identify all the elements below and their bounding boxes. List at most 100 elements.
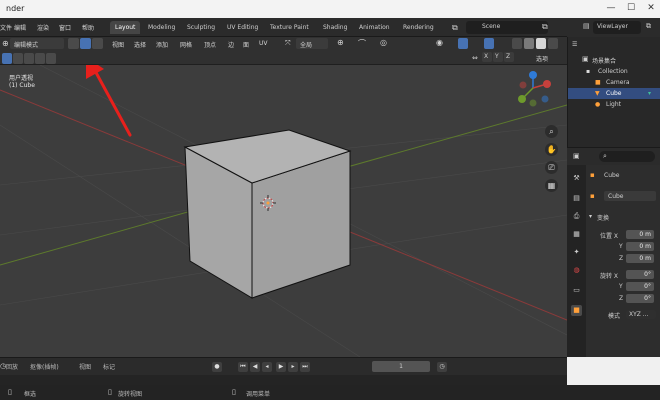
menu-add[interactable]: 添加 [156, 40, 168, 49]
mirror-x-toggle[interactable]: X [482, 52, 492, 62]
menu-face[interactable]: 面 [243, 40, 249, 49]
filter-icon[interactable]: ☰ [572, 41, 577, 48]
minimize-button[interactable]: — [604, 3, 618, 13]
timeline-ruler[interactable] [0, 375, 567, 385]
edge-select-button[interactable] [80, 38, 91, 49]
section-collapse-icon[interactable]: ▾ [589, 213, 592, 220]
menu-select[interactable]: 选择 [134, 40, 146, 49]
menu-render[interactable]: 渲染 [37, 23, 49, 32]
transform-orientation-icon: ⤧ [285, 39, 291, 47]
new-view-layer-icon[interactable]: ⧉ [646, 22, 651, 31]
rotation-z-field[interactable]: 0° [626, 294, 654, 303]
proportional-edit-icon[interactable]: ◎ [380, 38, 387, 47]
scene-selector[interactable]: Scene [466, 21, 548, 34]
object-name-field[interactable]: Cube [604, 191, 656, 201]
xray-toggle-button[interactable] [512, 38, 522, 49]
output-tab-icon[interactable]: ⎙ [571, 211, 582, 222]
location-z-field[interactable]: 0 m [626, 254, 654, 263]
tab-animation[interactable]: Animation [354, 21, 395, 34]
object-tab-icon[interactable]: ■ [571, 305, 582, 316]
new-scene-icon[interactable]: ⧉ [542, 22, 548, 32]
outliner-item-light[interactable]: ● Light [568, 99, 660, 110]
gizmo-toggle-button[interactable] [458, 38, 468, 49]
snap-icon[interactable]: ⌒ [358, 38, 366, 49]
outliner-item-cube[interactable]: ▼ Cube ▾ [568, 88, 660, 99]
options-menu[interactable]: 选项 [536, 54, 548, 63]
zoom-icon[interactable]: ⌕ [545, 125, 558, 138]
wireframe-shading-button[interactable] [524, 38, 534, 49]
vertex-select-button[interactable] [68, 38, 79, 49]
current-frame-field[interactable]: 1 [372, 361, 430, 372]
menu-file[interactable]: 文件 [0, 23, 12, 32]
select-mode-intersect-button[interactable] [46, 53, 56, 64]
tab-shading[interactable]: Shading [318, 21, 352, 34]
3d-viewport[interactable]: 用户透视 (1) Cube ⌕ ✋ ⎚ ▦ [0, 65, 567, 357]
mode-dropdown[interactable]: 编辑模式 [10, 38, 64, 49]
next-keyframe-icon[interactable]: ▸ [288, 362, 298, 372]
properties-search-input[interactable]: ⌕ [599, 151, 655, 162]
location-y-field[interactable]: 0 m [626, 242, 654, 251]
properties-editor-icon[interactable]: ▣ [573, 152, 580, 160]
mirror-y-toggle[interactable]: Y [493, 52, 503, 62]
camera-view-icon[interactable]: ⎚ [545, 161, 558, 174]
timeline-marker-menu[interactable]: 标记 [103, 362, 115, 371]
tab-rendering[interactable]: Rendering [398, 21, 439, 34]
outliner-item-collection[interactable]: ▪ Collection [568, 66, 660, 77]
select-mode-subtract-button[interactable] [24, 53, 34, 64]
menu-uv[interactable]: UV [259, 40, 268, 47]
face-select-button[interactable] [92, 38, 103, 49]
playback-menu[interactable]: 回放 [6, 362, 18, 371]
object-data-icon: ▪ [590, 192, 595, 200]
tab-modeling[interactable]: Modeling [143, 21, 180, 34]
jump-end-icon[interactable]: ⏭ [300, 362, 310, 372]
tab-uv-editing[interactable]: UV Editing [222, 21, 263, 34]
play-icon[interactable]: ▶ [276, 362, 286, 372]
prev-keyframe-icon[interactable]: ◀ [250, 362, 260, 372]
render-tab-icon[interactable]: ▤ [571, 193, 582, 204]
select-mode-invert-button[interactable] [35, 53, 45, 64]
tab-layout[interactable]: Layout [110, 21, 141, 34]
keying-menu[interactable]: 抠像(插帧) [30, 362, 59, 371]
view-layer-tab-icon[interactable]: ▦ [571, 229, 582, 240]
tab-sculpting[interactable]: Sculpting [182, 21, 220, 34]
rotation-mode-dropdown[interactable]: XYZ ... [626, 310, 656, 319]
overlay-toggle-button[interactable] [484, 38, 494, 49]
select-mode-extend-button[interactable] [13, 53, 23, 64]
navigation-gizmo[interactable] [518, 71, 551, 107]
menu-vertex[interactable]: 顶点 [204, 40, 216, 49]
outliner-item-camera[interactable]: ■ Camera [568, 77, 660, 88]
mirror-z-toggle[interactable]: Z [504, 52, 514, 62]
location-x-field[interactable]: 0 m [626, 230, 654, 239]
timer-icon[interactable]: ◷ [437, 362, 447, 372]
play-reverse-icon[interactable]: ◂ [262, 362, 272, 372]
solid-shading-button[interactable] [536, 38, 546, 49]
jump-start-icon[interactable]: ⏮ [238, 362, 248, 372]
scene-tab-icon[interactable]: ✦ [571, 247, 582, 258]
visibility-icon[interactable]: ◉ [436, 38, 443, 47]
record-button[interactable]: ● [212, 362, 222, 372]
rotation-y-field[interactable]: 0° [626, 282, 654, 291]
transform-orientation-dropdown[interactable]: 全局 [296, 38, 328, 49]
world-tab-icon[interactable]: ◍ [571, 265, 582, 276]
timeline-view-menu[interactable]: 视图 [79, 362, 91, 371]
close-button[interactable]: ✕ [644, 3, 658, 13]
view-layer-selector[interactable]: ViewLayer [593, 21, 641, 34]
menu-edge[interactable]: 边 [228, 40, 234, 49]
menu-window[interactable]: 窗口 [59, 23, 71, 32]
menu-edit[interactable]: 编辑 [14, 23, 26, 32]
pivot-icon[interactable]: ⊕ [337, 38, 344, 47]
tab-texture-paint[interactable]: Texture Paint [265, 21, 314, 34]
menu-view[interactable]: 视图 [112, 40, 124, 49]
menu-help[interactable]: 帮助 [82, 23, 94, 32]
material-shading-button[interactable] [548, 38, 558, 49]
collection-tab-icon[interactable]: ▭ [571, 285, 582, 296]
select-mode-new-button[interactable] [2, 53, 12, 64]
perspective-grid-icon[interactable]: ▦ [545, 179, 558, 192]
cube-mesh[interactable] [183, 129, 352, 299]
editor-type-icon[interactable]: ⊕ [2, 39, 9, 48]
maximize-button[interactable]: ☐ [624, 3, 638, 13]
tool-tab-icon[interactable]: ⚒ [571, 173, 582, 184]
menu-mesh[interactable]: 网格 [180, 40, 192, 49]
pan-hand-icon[interactable]: ✋ [545, 143, 558, 156]
rotation-x-field[interactable]: 0° [626, 270, 654, 279]
